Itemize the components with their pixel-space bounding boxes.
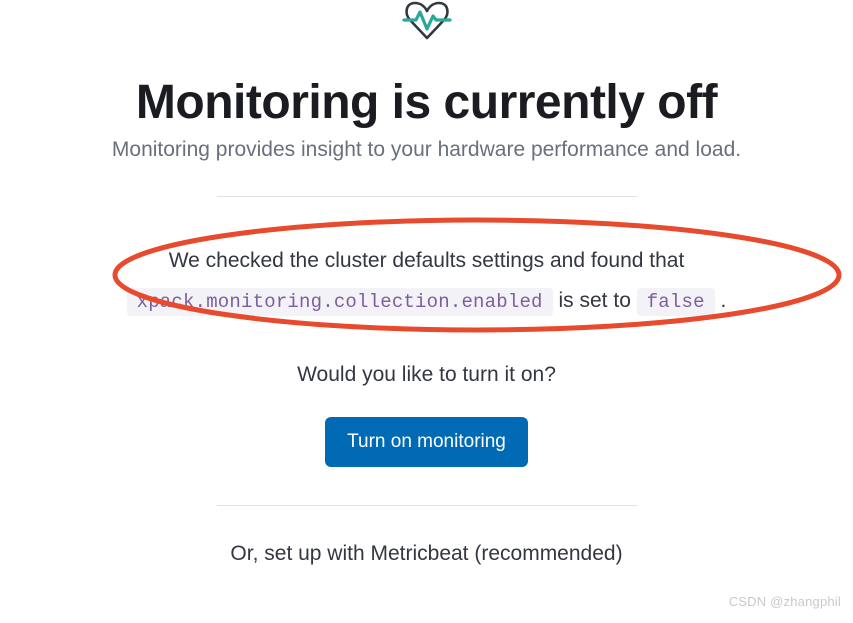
metricbeat-alternative-text: Or, set up with Metricbeat (recommended) [0,542,853,566]
check-suffix: . [715,289,727,312]
check-mid: is set to [553,289,637,312]
setting-value-code: false [637,288,715,316]
settings-check-section: We checked the cluster defaults settings… [57,233,797,329]
heartbeat-monitor-icon [398,0,456,47]
settings-check-text: We checked the cluster defaults settings… [57,233,797,329]
monitoring-off-panel: Monitoring is currently off Monitoring p… [0,0,853,566]
setting-key-code: xpack.monitoring.collection.enabled [127,288,553,316]
icon-container [0,0,853,47]
page-subtitle: Monitoring provides insight to your hard… [0,138,853,162]
turn-on-monitoring-button[interactable]: Turn on monitoring [325,417,528,467]
divider-bottom [217,505,637,506]
check-prefix: We checked the cluster defaults settings… [169,249,685,272]
watermark-text: CSDN @zhangphil [729,594,841,609]
enable-prompt: Would you like to turn it on? [0,363,853,387]
divider-top [217,196,637,197]
page-title: Monitoring is currently off [0,75,853,130]
